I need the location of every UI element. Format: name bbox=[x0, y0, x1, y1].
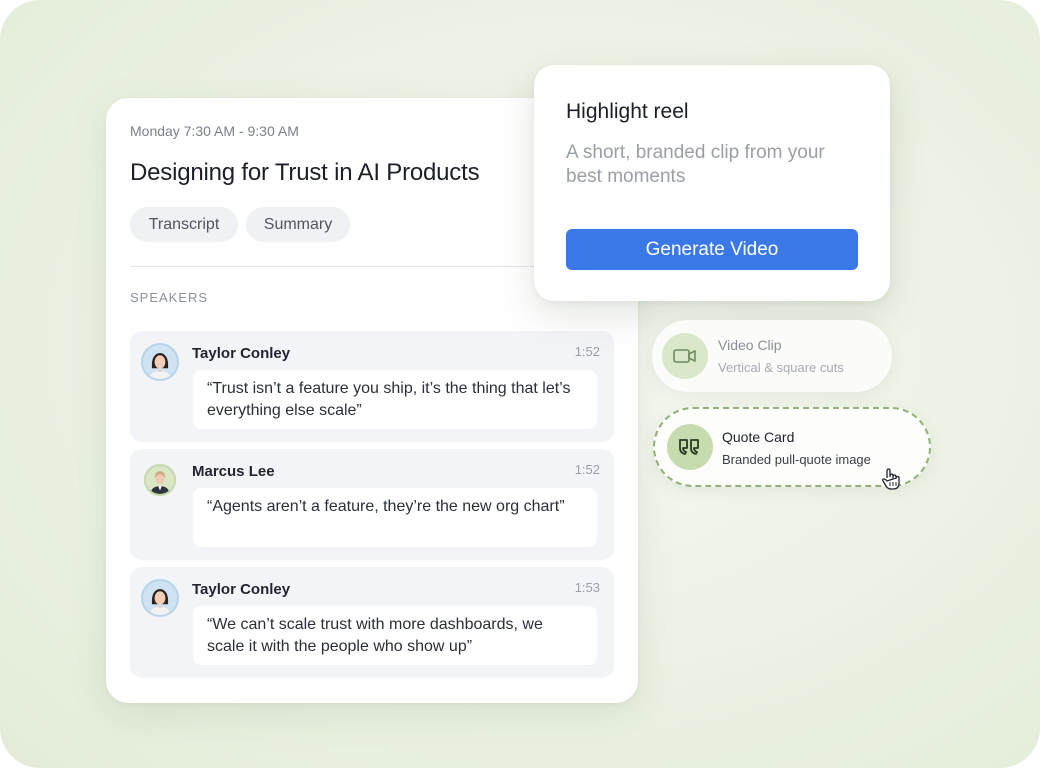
man-avatar bbox=[144, 464, 176, 496]
meeting-title: Designing for Trust in AI Products bbox=[130, 159, 480, 186]
transcript-entry[interactable]: Taylor Conley 1:53 “We can’t scale trust… bbox=[130, 567, 614, 678]
timestamp: 1:52 bbox=[574, 344, 600, 359]
highlight-title: Highlight reel bbox=[566, 100, 689, 123]
speaker-name: Taylor Conley bbox=[192, 345, 291, 362]
woman-avatar bbox=[141, 579, 179, 617]
quote-text: “Agents aren’t a feature, they’re the ne… bbox=[193, 488, 597, 547]
meeting-time: Monday 7:30 AM - 9:30 AM bbox=[130, 123, 299, 139]
woman-avatar bbox=[141, 343, 179, 381]
video-camera-icon bbox=[662, 333, 708, 379]
quote-marks-icon bbox=[667, 424, 713, 470]
option-subtitle: Branded pull-quote image bbox=[722, 452, 871, 467]
transcript-entry[interactable]: Taylor Conley 1:52 “Trust isn’t a featur… bbox=[130, 331, 614, 442]
transcript-entry[interactable]: Marcus Lee 1:52 “Agents aren’t a feature… bbox=[130, 449, 614, 560]
option-subtitle: Vertical & square cuts bbox=[718, 360, 844, 375]
highlight-description: A short, branded clip from your best mom… bbox=[566, 142, 825, 187]
timestamp: 1:52 bbox=[574, 462, 600, 477]
option-video-clip[interactable]: Video Clip Vertical & square cuts bbox=[652, 320, 892, 392]
option-title: Video Clip bbox=[718, 337, 782, 353]
tab-summary[interactable]: Summary bbox=[246, 207, 350, 242]
option-title: Quote Card bbox=[722, 429, 795, 445]
quote-text: “Trust isn’t a feature you ship, it’s th… bbox=[193, 370, 597, 429]
timestamp: 1:53 bbox=[574, 580, 600, 595]
speakers-label: SPEAKERS bbox=[130, 290, 209, 305]
quote-text: “We can’t scale trust with more dashboar… bbox=[193, 606, 597, 665]
divider bbox=[130, 266, 550, 267]
speaker-name: Marcus Lee bbox=[192, 463, 275, 480]
generate-video-button[interactable]: Generate Video bbox=[566, 229, 858, 270]
background-canvas: Monday 7:30 AM - 9:30 AM Designing for T… bbox=[0, 0, 1040, 768]
speaker-name: Taylor Conley bbox=[192, 581, 291, 598]
tab-transcript[interactable]: Transcript bbox=[130, 207, 238, 242]
highlight-reel-card: Highlight reel A short, branded clip fro… bbox=[534, 65, 890, 301]
hand-cursor-icon bbox=[882, 468, 900, 490]
